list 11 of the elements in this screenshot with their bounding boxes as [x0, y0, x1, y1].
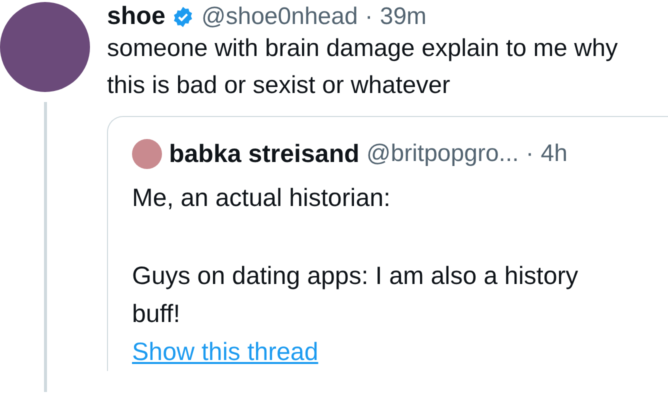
quoted-text: Me, an actual historian: [132, 183, 392, 214]
tweet-text: someone with brain damage explain to me why this is bad or sexist or whatever [107, 34, 619, 101]
author-handle[interactable]: @shoe0nhead [201, 2, 358, 30]
separator-dot: · [526, 140, 534, 168]
separator-dot: · [364, 2, 373, 30]
author-name: babka streisand [169, 140, 360, 168]
author-name[interactable]: shoe [107, 2, 166, 31]
timestamp[interactable]: 39m [380, 2, 427, 30]
timestamp: 4h [540, 140, 568, 168]
quoted-text: Guys on dating apps: I am also a history buff! [132, 261, 580, 330]
author-handle: @britpopgro... [366, 140, 519, 168]
